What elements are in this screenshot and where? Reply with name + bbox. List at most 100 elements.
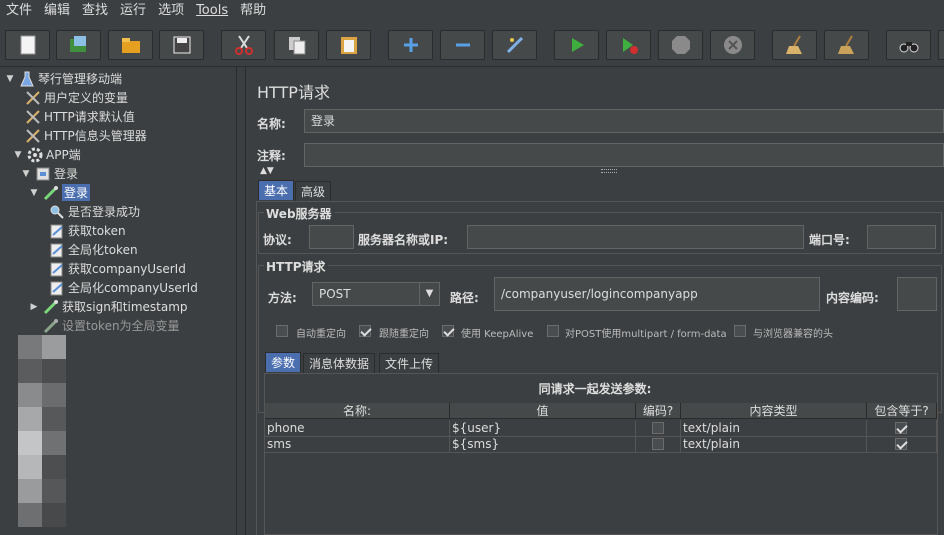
param-value[interactable]: ${user} (450, 420, 636, 436)
expanded-icon[interactable]: ▼ (28, 187, 40, 199)
param-value[interactable]: ${sms} (450, 436, 636, 452)
name-field[interactable]: 登录 (304, 109, 944, 133)
port-field[interactable] (867, 225, 936, 249)
menu-edit[interactable]: 编辑 (38, 0, 76, 22)
expanded-icon[interactable]: ▼ (4, 73, 16, 85)
open-icon (121, 38, 140, 53)
param-content-type[interactable]: text/plain (681, 420, 867, 436)
tab-file-upload[interactable]: 文件上传 (379, 353, 440, 373)
tab-parameters[interactable]: 参数 (265, 352, 302, 372)
tree-node-set-token[interactable]: 设置token为全局变量 (42, 316, 180, 335)
tree-node-user-vars[interactable]: 用户定义的变量 (24, 88, 128, 107)
encoding-field[interactable] (897, 277, 937, 311)
clear-all-button[interactable] (824, 30, 869, 60)
menu-search[interactable]: 查找 (76, 0, 114, 22)
server-label: 服务器名称或IP: (358, 233, 449, 247)
path-label: 路径: (450, 291, 479, 305)
col-header-include-equals[interactable]: 包含等于? (867, 403, 937, 419)
col-header-value[interactable]: 值 (450, 403, 636, 419)
collapse-button[interactable] (440, 30, 485, 60)
toggle-button[interactable] (492, 30, 537, 60)
include-equals-checkbox[interactable] (895, 422, 907, 434)
save-button[interactable] (159, 30, 204, 60)
encoding-label: 内容编码: (826, 291, 879, 305)
method-select[interactable]: POST ▼ (312, 282, 440, 306)
extractor-icon (48, 279, 66, 297)
search-button[interactable] (886, 30, 931, 60)
stop-button[interactable] (658, 30, 703, 60)
start-button[interactable] (554, 30, 599, 60)
method-value: POST (319, 287, 351, 301)
tree-node-root[interactable]: ▼ 琴行管理移动端 (4, 69, 122, 88)
follow-redirects-auto-checkbox[interactable] (276, 325, 288, 337)
param-content-type[interactable]: text/plain (681, 436, 867, 452)
col-header-content-type[interactable]: 内容类型 (681, 403, 867, 419)
col-header-name[interactable]: 名称: (265, 403, 450, 419)
pipette-icon (42, 184, 60, 202)
cut-button[interactable] (221, 30, 266, 60)
drag-handle[interactable] (601, 169, 617, 173)
expanded-icon[interactable]: ▼ (12, 149, 24, 161)
copy-button[interactable] (274, 30, 319, 60)
collapse-arrows[interactable]: ▲▼ (260, 166, 274, 176)
clear-button[interactable] (772, 30, 817, 60)
include-equals-checkbox[interactable] (895, 438, 907, 450)
shutdown-button[interactable] (710, 30, 755, 60)
tab-basic[interactable]: 基本 (258, 180, 295, 200)
follow-redirects-checkbox[interactable] (359, 325, 371, 337)
comment-field[interactable] (304, 143, 944, 167)
protocol-label: 协议: (263, 233, 292, 247)
tab-body-data[interactable]: 消息体数据 (303, 353, 376, 373)
param-name[interactable]: phone (265, 420, 450, 436)
params-caption: 同请求一起发送参数: (538, 382, 652, 396)
tree-node-assert-login[interactable]: 是否登录成功 (48, 202, 140, 221)
browser-headers-checkbox[interactable] (734, 325, 746, 337)
param-name[interactable]: sms (265, 436, 450, 452)
encode-checkbox[interactable] (652, 438, 664, 450)
menu-run[interactable]: 运行 (114, 0, 152, 22)
tree-node-app[interactable]: ▼ APP端 (12, 145, 81, 164)
tree-node-get-sign[interactable]: ▶ 获取sign和timestamp (28, 297, 188, 316)
menu-help[interactable]: 帮助 (234, 0, 272, 22)
multipart-checkbox[interactable] (547, 325, 559, 337)
tree-node-login-controller[interactable]: ▼ 登录 (20, 164, 78, 183)
tree-node-login-sampler[interactable]: ▼ 登录 (28, 183, 91, 202)
expand-button[interactable] (388, 30, 433, 60)
tree-node-get-company-user[interactable]: 获取companyUserId (48, 259, 186, 278)
templates-button[interactable] (56, 30, 101, 60)
expanded-icon[interactable]: ▼ (20, 168, 32, 180)
start-no-pause-button[interactable] (606, 30, 651, 60)
menu-options[interactable]: 选项 (152, 0, 190, 22)
paste-button[interactable] (326, 30, 371, 60)
http-request-title: HTTP请求 (264, 258, 328, 275)
wand-icon (506, 36, 523, 54)
play-icon (571, 38, 584, 52)
auto-redirect-label: 自动重定向 (296, 329, 346, 340)
collapsed-icon[interactable]: ▶ (28, 301, 40, 313)
encode-checkbox[interactable] (652, 422, 664, 434)
paste-icon (340, 37, 357, 54)
menu-tools[interactable]: Tools (190, 0, 234, 22)
tree-node-header-manager[interactable]: HTTP信息头管理器 (24, 126, 147, 145)
row-divider (265, 452, 937, 453)
stop-icon (671, 36, 690, 54)
tree-node-get-token[interactable]: 获取token (48, 221, 126, 240)
server-field[interactable] (467, 225, 804, 249)
toolbar-overflow[interactable] (938, 30, 944, 60)
tab-advanced[interactable]: 高级 (295, 181, 332, 201)
copy-icon (288, 37, 305, 55)
tree-node-http-defaults[interactable]: HTTP请求默认值 (24, 107, 135, 126)
keepalive-checkbox[interactable] (442, 325, 454, 337)
controller-icon (34, 165, 52, 183)
col-header-encode[interactable]: 编码? (636, 403, 681, 419)
new-button[interactable] (5, 30, 50, 60)
new-icon (20, 35, 35, 55)
open-button[interactable] (108, 30, 153, 60)
panel-splitter[interactable] (236, 67, 246, 535)
path-field[interactable]: /companyuser/logincompanyapp (494, 277, 820, 311)
tree-node-global-token[interactable]: 全局化token (48, 240, 138, 259)
tree-node-global-company-user[interactable]: 全局化companyUserId (48, 278, 198, 297)
protocol-field[interactable] (309, 225, 354, 249)
menu-file[interactable]: 文件 (0, 0, 38, 22)
comment-label: 注释: (257, 149, 286, 163)
